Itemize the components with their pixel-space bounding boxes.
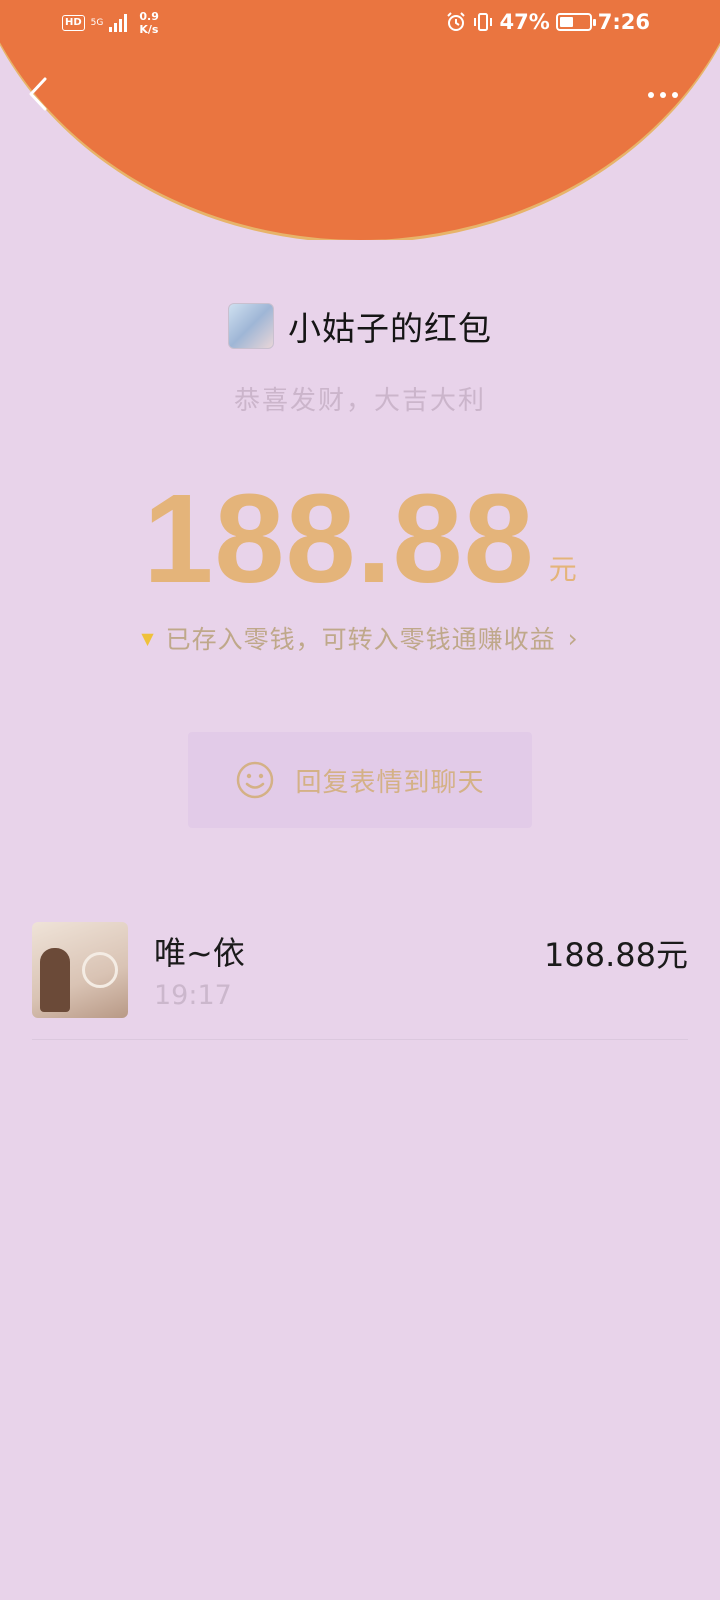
packet-amount: 188.88	[143, 468, 535, 609]
chevron-left-icon	[29, 77, 47, 111]
alarm-icon	[446, 12, 465, 31]
reply-label: 回复表情到聊天	[295, 767, 485, 798]
sender-avatar	[228, 303, 274, 349]
header: HD 5G 0.9 K/s 47% 7:26	[0, 0, 720, 240]
hd-badge: HD	[62, 15, 85, 31]
more-dot	[660, 92, 666, 98]
speed-value: 0.9	[139, 10, 159, 23]
status-left: HD 5G 0.9 K/s	[62, 10, 159, 36]
received-time: 19:17	[154, 980, 232, 1011]
more-horizontal-icon	[648, 92, 654, 98]
battery-percent: 47%	[499, 10, 550, 34]
battery-level	[559, 17, 573, 27]
vibrate-icon	[473, 13, 492, 31]
packet-greeting: 恭喜发财，大吉大利	[233, 386, 486, 416]
received-amount: 188.88元	[544, 936, 688, 974]
diamond-icon: ▼	[141, 628, 154, 648]
clock: 7:26	[597, 10, 650, 34]
packet-title-row: 小姑子的红包	[0, 300, 720, 352]
more-button[interactable]	[638, 80, 688, 110]
chevron-right-icon: ›	[567, 623, 579, 653]
network-speed: 0.9 K/s	[139, 10, 159, 36]
back-button[interactable]	[18, 70, 58, 118]
change-notice-link[interactable]: ▼ 已存入零钱，可转入零钱通赚收益 ›	[0, 618, 720, 658]
avatar	[32, 922, 128, 1018]
speed-unit: K/s	[139, 23, 159, 36]
list-item[interactable]: 唯~依 19:17 188.88元	[32, 920, 688, 1040]
avatar-figure	[40, 948, 70, 1012]
avatar-ring	[82, 952, 118, 988]
amount-unit: 元	[548, 553, 577, 586]
amount-row: 188.88 元	[0, 462, 720, 602]
network-type: 5G	[90, 18, 104, 28]
change-notice-text: 已存入零钱，可转入零钱通赚收益	[165, 625, 556, 654]
status-bar: HD 5G 0.9 K/s 47% 7:26	[0, 0, 720, 48]
more-dot	[672, 92, 678, 98]
reply-sticker-button[interactable]: 回复表情到聊天	[188, 732, 532, 828]
battery-icon	[555, 13, 596, 31]
smile-icon	[237, 761, 274, 799]
status-right: 47% 7:26	[446, 10, 650, 34]
recipient-name: 唯~依	[154, 934, 245, 972]
packet-title: 小姑子的红包	[288, 309, 492, 348]
signal-icon	[109, 14, 128, 32]
